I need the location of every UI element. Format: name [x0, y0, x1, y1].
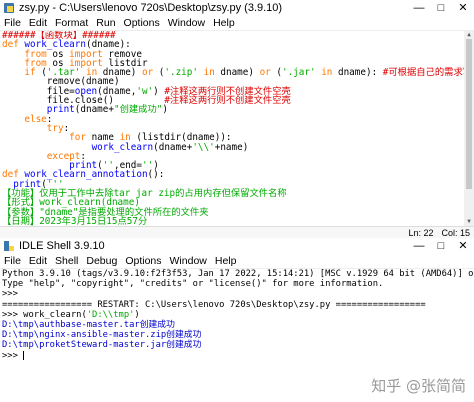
shell-title: IDLE Shell 3.9.10	[19, 240, 105, 252]
scroll-thumb[interactable]	[466, 39, 472, 189]
code-area[interactable]: ######【函数块】###### def work_clearn(dname):…	[2, 31, 474, 226]
code-line[interactable]: else:	[2, 114, 474, 124]
scroll-up-icon[interactable]: ▲	[464, 31, 474, 39]
menu-file[interactable]: File	[0, 17, 25, 29]
shell-close-icon[interactable]: ✕	[452, 238, 474, 254]
editor-menubar: File Edit Format Run Options Window Help	[0, 16, 474, 31]
editor-scrollbar[interactable]: ▲ ▼	[464, 31, 474, 226]
menu-format[interactable]: Format	[51, 17, 92, 29]
shell-area[interactable]: Python 3.9.10 (tags/v3.9.10:f2f3f53, Jan…	[2, 269, 474, 361]
shell-menu-debug[interactable]: Debug	[82, 255, 121, 267]
code-line[interactable]: def work_clearn_annotation():	[2, 170, 474, 180]
shell-menu-file[interactable]: File	[0, 255, 25, 267]
shell-line[interactable]: ================= RESTART: C:\Users\leno…	[2, 300, 474, 310]
minimize-icon[interactable]: —	[408, 0, 430, 16]
shell-titlebar[interactable]: IDLE Shell 3.9.10 — □ ✕	[0, 238, 474, 254]
menu-options[interactable]: Options	[120, 17, 164, 29]
shell-line[interactable]: Type "help", "copyright", "credits" or "…	[2, 279, 474, 289]
shell-line[interactable]: >>>	[2, 289, 474, 299]
menu-edit[interactable]: Edit	[25, 17, 51, 29]
menu-help[interactable]: Help	[209, 17, 239, 29]
scroll-down-icon[interactable]: ▼	[464, 218, 474, 226]
editor-window: zsy.py - C:\Users\lenovo 720s\Desktop\zs…	[0, 0, 474, 239]
shell-line[interactable]: >>>	[2, 350, 474, 361]
shell-minimize-icon[interactable]: —	[408, 238, 430, 254]
editor-titlebar[interactable]: zsy.py - C:\Users\lenovo 720s\Desktop\zs…	[0, 0, 474, 16]
text-cursor	[23, 350, 25, 360]
close-icon[interactable]: ✕	[452, 0, 474, 16]
shell-line[interactable]: D:\tmp\nginx-ansible-master.zip创建成功	[2, 330, 474, 340]
python-shell-icon	[4, 241, 14, 251]
shell-maximize-icon[interactable]: □	[430, 238, 452, 254]
line-number: Ln: 22	[408, 228, 434, 238]
menu-window[interactable]: Window	[164, 17, 209, 29]
code-line[interactable]: print(dname+"创建成功")	[2, 105, 474, 115]
shell-line[interactable]: D:\tmp\proketSteward-master.jar创建成功	[2, 340, 474, 350]
shell-menu-shell[interactable]: Shell	[51, 255, 82, 267]
shell-menu-window[interactable]: Window	[166, 255, 211, 267]
shell-menu-help[interactable]: Help	[211, 255, 241, 267]
maximize-icon[interactable]: □	[430, 0, 452, 16]
watermark: 知乎 @张简简	[371, 377, 466, 395]
menu-run[interactable]: Run	[92, 17, 119, 29]
shell-menu-edit[interactable]: Edit	[25, 255, 51, 267]
code-editor[interactable]: ######【函数块】###### def work_clearn(dname):…	[0, 31, 474, 226]
shell-line[interactable]: >>> work_clearn('D:\\tmp')	[2, 310, 474, 320]
shell-line[interactable]: Python 3.9.10 (tags/v3.9.10:f2f3f53, Jan…	[2, 269, 474, 279]
code-line[interactable]: 【日期】2023年3月15日15点57分	[2, 217, 474, 226]
editor-title: zsy.py - C:\Users\lenovo 720s\Desktop\zs…	[19, 2, 283, 14]
python-file-icon	[4, 3, 14, 13]
shell-menubar: File Edit Shell Debug Options Window Hel…	[0, 254, 474, 269]
shell-menu-options[interactable]: Options	[121, 255, 165, 267]
shell-line[interactable]: D:\tmp\authbase-master.tar创建成功	[2, 320, 474, 330]
column-number: Col: 15	[441, 228, 470, 238]
